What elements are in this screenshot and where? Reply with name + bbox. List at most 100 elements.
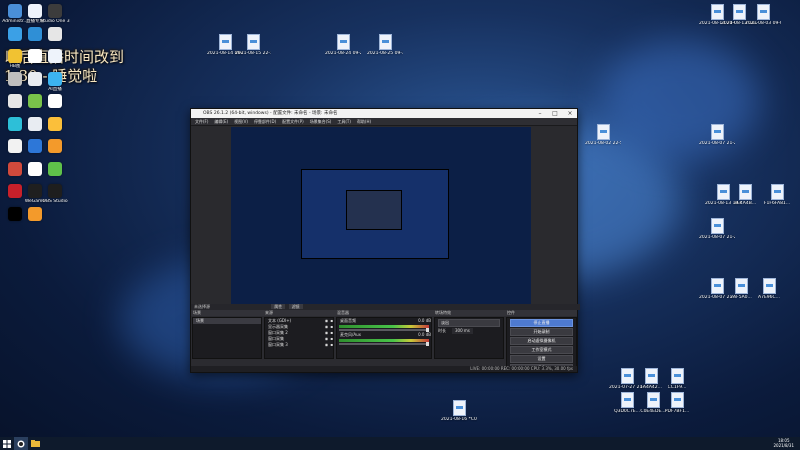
mixer-channel-name: 麦克风/Aux xyxy=(340,332,361,337)
menu-item[interactable]: 文件(F) xyxy=(195,118,208,125)
volume-meter xyxy=(339,339,429,342)
transition-type-select[interactable]: 淡出 xyxy=(438,319,500,327)
document-icon xyxy=(620,392,634,408)
app-icon xyxy=(48,71,62,86)
desktop-icon[interactable] xyxy=(38,116,72,132)
source-item[interactable]: 窗口采集 3 ◉ ▪ xyxy=(265,342,333,348)
desktop-file-label: 2021-08-25 09-30-... xyxy=(367,51,403,56)
desktop-file-icon[interactable]: 2021-08-03 09-03-11... xyxy=(745,4,781,26)
visibility-eye-icon[interactable]: ◉ xyxy=(325,342,329,348)
close-icon[interactable]: × xyxy=(563,109,577,118)
sources-dock-title: 来源 xyxy=(263,310,335,316)
menu-item[interactable]: 工具(T) xyxy=(337,118,351,125)
desktop-icon[interactable] xyxy=(38,26,72,42)
volume-slider-handle[interactable] xyxy=(426,328,429,332)
desktop-file-label: 2021-08-24 09-29-31... xyxy=(325,51,361,56)
control-button[interactable]: 启动虚拟摄像机 xyxy=(510,337,573,345)
menu-item[interactable]: 场景集合(S) xyxy=(310,118,332,125)
control-button[interactable]: 开始录制 xyxy=(510,328,573,336)
nested-preview-inner xyxy=(346,190,402,230)
app-icon xyxy=(48,94,62,108)
desktop-file-icon[interactable]: 2021-08-07 21-29-42... xyxy=(699,218,735,240)
document-icon xyxy=(378,34,392,50)
desktop-file-icon[interactable]: 2021-08-07 21-28-20... xyxy=(699,124,735,146)
desktop-file-icon[interactable]: 2021-08-02 22-50-20... xyxy=(585,124,621,146)
desktop-file-icon[interactable]: PDF7BF1... xyxy=(660,392,694,414)
app-icon xyxy=(48,26,62,41)
desktop-icon[interactable]: AI直播 xyxy=(38,71,72,92)
control-button[interactable]: 工作室模式 xyxy=(510,346,573,354)
volume-slider[interactable] xyxy=(339,342,429,346)
document-icon xyxy=(336,34,350,50)
document-icon xyxy=(646,392,660,408)
app-icon xyxy=(28,206,42,221)
desktop-file-label: 3C4A4B... xyxy=(733,201,757,206)
desktop-file-icon[interactable]: CC1F9... xyxy=(660,368,694,390)
desktop-file-label: 2021-08-15 22-12-19... xyxy=(235,51,271,56)
mixer-channel: 桌面音频 0.0 dB xyxy=(337,318,431,324)
desktop-file-label: 2021-08-02 22-50-20... xyxy=(585,141,621,146)
menu-item[interactable]: 配置文件(P) xyxy=(282,118,304,125)
mixer-dock-title: 混音器 xyxy=(335,310,433,316)
obs-title-text: OBS 26.1.2 (64-bit, windows) - 配置文件: 未命名… xyxy=(203,111,338,116)
document-icon xyxy=(710,278,724,294)
explorer-taskbar-button[interactable] xyxy=(28,437,42,450)
desktop-icon[interactable] xyxy=(38,94,72,109)
duration-value[interactable]: 300 ms xyxy=(452,328,473,334)
desktop-file-icon[interactable]: 3C4A4B... xyxy=(728,184,762,206)
start-button[interactable] xyxy=(0,437,14,450)
desktop-icon-label: OBS Studio xyxy=(42,199,68,204)
obs-taskbar-button[interactable] xyxy=(14,437,28,450)
desktop-icon[interactable] xyxy=(18,206,52,222)
menu-item[interactable]: 编辑(E) xyxy=(214,118,228,125)
desktop-icon[interactable]: Studio One 3 xyxy=(38,4,72,24)
taskbar-clock[interactable]: 18:05 2021/8/31 xyxy=(773,438,794,448)
obs-title-bar[interactable]: OBS 26.1.2 (64-bit, windows) - 配置文件: 未命名… xyxy=(191,109,577,118)
clock-date: 2021/8/31 xyxy=(773,443,794,448)
desktop-file-label: 1A4A42... xyxy=(640,385,662,390)
desktop-file-label: 2021-08-07 21-28-20... xyxy=(699,141,735,146)
source-label: 窗口采集 3 xyxy=(268,342,288,347)
desktop-file-icon[interactable]: 2021-08-24 09-29-31... xyxy=(325,34,361,56)
maximize-icon[interactable]: □ xyxy=(548,109,562,118)
document-icon xyxy=(738,184,752,200)
menu-item[interactable]: 帮助(H) xyxy=(357,118,371,125)
app-icon xyxy=(48,139,62,153)
app-icon xyxy=(48,184,62,198)
obs-docks: 未选择源 属性 滤镜 场景 场景 来源 文本 (GDI+) ◉ ▪ 显示器采集 ◉ ▪ 窗口… xyxy=(191,304,580,372)
document-icon xyxy=(452,400,466,416)
desktop-icon-label: AI直播 xyxy=(48,86,62,92)
desktop-icon[interactable] xyxy=(38,161,72,177)
desktop-icon[interactable] xyxy=(38,49,72,64)
obs-preview[interactable] xyxy=(231,127,531,307)
minimize-icon[interactable]: – xyxy=(533,109,547,118)
desktop-icon[interactable] xyxy=(38,139,72,154)
volume-slider-handle[interactable] xyxy=(426,342,429,346)
menu-item[interactable]: 视图(V) xyxy=(234,118,248,125)
document-icon xyxy=(670,368,684,384)
scene-item[interactable]: 场景 xyxy=(193,318,261,324)
desktop-file-label: 2021-08-03 09-03-11... xyxy=(745,21,781,26)
document-icon xyxy=(770,184,784,200)
app-icon xyxy=(48,4,62,18)
desktop-file-icon[interactable]: F1F6FA81... xyxy=(760,184,794,206)
desktop-file-icon[interactable]: A7E96C... xyxy=(752,278,786,300)
volume-meter xyxy=(339,325,429,328)
desktop-file-label: 2AF5A0... xyxy=(730,295,752,300)
properties-button[interactable]: 属性 xyxy=(271,304,286,309)
lock-icon[interactable]: ▪ xyxy=(330,342,333,348)
desktop-file-icon[interactable]: 2021-08-16 *C0E0C7E... xyxy=(441,400,477,422)
menu-item[interactable]: 停靠部件(D) xyxy=(254,118,276,125)
desktop-file-icon[interactable]: 2021-08-15 22-12-19... xyxy=(235,34,271,56)
document-icon xyxy=(710,218,724,234)
filters-button[interactable]: 滤镜 xyxy=(288,304,303,309)
mixer-channel: 麦克风/Aux 0.0 dB xyxy=(337,332,431,338)
control-button[interactable]: 停止直播 xyxy=(510,319,573,327)
desktop-file-icon[interactable]: 2021-08-25 09-30-... xyxy=(367,34,403,56)
desktop-icon[interactable]: OBS Studio xyxy=(38,184,72,204)
obs-window[interactable]: OBS 26.1.2 (64-bit, windows) - 配置文件: 未命名… xyxy=(190,108,580,373)
desktop-icon-label: HB图 xyxy=(9,64,21,69)
control-button[interactable]: 设置 xyxy=(510,355,573,363)
sources-panel: 文本 (GDI+) ◉ ▪ 显示器采集 ◉ ▪ 窗口采集 2 ◉ ▪ 窗口采集 ◉ ▪ 窗口采集 3 ◉ ▪ xyxy=(264,317,334,359)
volume-slider[interactable] xyxy=(339,328,429,332)
